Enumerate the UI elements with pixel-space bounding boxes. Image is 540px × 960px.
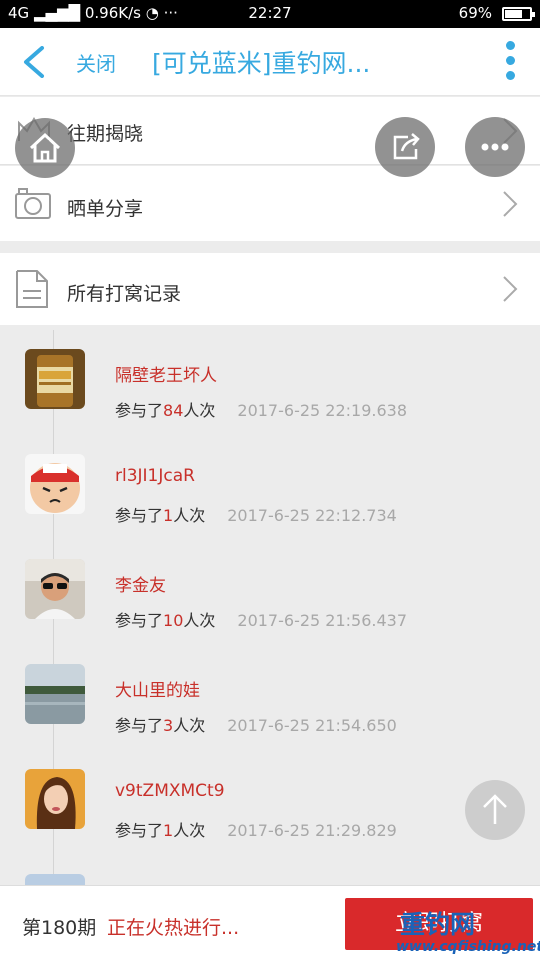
avatar[interactable] <box>25 454 85 514</box>
menu-item-records[interactable]: 所有打窝记录 <box>0 253 540 325</box>
menu-label-history: 往期揭晓 <box>67 123 144 145</box>
home-icon <box>29 132 61 163</box>
menu-label-share: 晒单分享 <box>67 198 144 220</box>
record-time: 2017-6-25 21:56.437 <box>237 611 408 630</box>
status-bar: 4G ▂▄▆█ 0.96K/s ◔ ··· 22:27 69% <box>0 0 540 28</box>
more-float-button[interactable] <box>465 117 525 177</box>
user-name[interactable]: 大山里的娃 <box>115 676 200 701</box>
record-item: 隔壁老王坏人 参与了84人次 2017-6-25 22:19.638 <box>0 349 540 454</box>
record-time: 2017-6-25 22:19.638 <box>237 401 408 420</box>
record-item: 大山里的娃 参与了3人次 2017-6-25 21:54.650 <box>0 664 540 769</box>
menu-item-history[interactable]: 往期揭晓 <box>0 97 540 165</box>
record-item: v9tZMXMCt9 参与了1人次 2017-6-25 21:29.829 <box>0 769 540 874</box>
record-item: 李金友 参与了10人次 2017-6-25 21:56.437 <box>0 559 540 664</box>
record-meta: 参与了1人次 2017-6-25 22:12.734 <box>115 506 397 525</box>
user-name[interactable]: 隔壁老王坏人 <box>115 361 217 386</box>
record-time: 2017-6-25 21:29.829 <box>227 821 397 840</box>
watermark-url: www.cqfishing.net <box>396 939 540 955</box>
more-menu-icon[interactable] <box>502 41 518 83</box>
back-arrow-icon[interactable] <box>20 46 50 78</box>
record-item: rl3JI1JcaR 参与了1人次 2017-6-25 22:12.734 <box>0 454 540 559</box>
participation-count: 10 <box>163 611 184 630</box>
participation-count: 1 <box>163 506 174 525</box>
arrow-up-icon <box>483 794 507 824</box>
participation-count: 84 <box>163 401 184 420</box>
participation-count: 3 <box>163 716 174 735</box>
avatar[interactable] <box>25 349 85 409</box>
record-time: 2017-6-25 22:12.734 <box>227 506 397 525</box>
home-float-button[interactable] <box>15 118 75 178</box>
close-button[interactable]: 关闭 <box>76 48 116 77</box>
status-label: 正在火热进行... <box>107 917 240 939</box>
record-meta: 参与了10人次 2017-6-25 21:56.437 <box>115 611 408 630</box>
participation-count: 1 <box>163 821 174 840</box>
page-title: [可兑蓝米]重钓网... <box>152 49 371 78</box>
section-divider <box>0 241 540 253</box>
avatar <box>25 874 85 885</box>
battery-percent: 69% <box>458 4 492 22</box>
period-label: 第180期 <box>22 917 97 939</box>
record-time: 2017-6-25 21:54.650 <box>227 716 397 735</box>
ellipsis-icon <box>481 143 509 151</box>
record-meta: 参与了84人次 2017-6-25 22:19.638 <box>115 401 408 420</box>
user-name[interactable]: v9tZMXMCt9 <box>115 781 225 801</box>
nav-bar: 关闭 [可兑蓝米]重钓网... <box>0 28 540 96</box>
scroll-top-button[interactable] <box>465 780 525 840</box>
user-name[interactable]: 李金友 <box>115 571 166 596</box>
avatar[interactable] <box>25 664 85 724</box>
avatar[interactable] <box>25 769 85 829</box>
battery-icon <box>502 7 535 21</box>
document-icon <box>16 270 48 308</box>
record-meta: 参与了1人次 2017-6-25 21:29.829 <box>115 821 397 840</box>
menu-label-records: 所有打窝记录 <box>67 283 182 305</box>
camera-icon <box>15 188 51 219</box>
user-name[interactable]: rl3JI1JcaR <box>115 466 195 486</box>
avatar[interactable] <box>25 559 85 619</box>
watermark-logo: 重钓网 <box>400 910 476 939</box>
menu-item-share[interactable]: 晒单分享 <box>0 166 540 242</box>
chevron-right-icon <box>503 276 518 302</box>
record-meta: 参与了3人次 2017-6-25 21:54.650 <box>115 716 397 735</box>
watermark: 重钓网 www.cqfishing.net <box>380 905 540 960</box>
share-float-button[interactable] <box>375 117 435 177</box>
chevron-right-icon <box>503 191 518 217</box>
share-icon <box>393 133 420 160</box>
